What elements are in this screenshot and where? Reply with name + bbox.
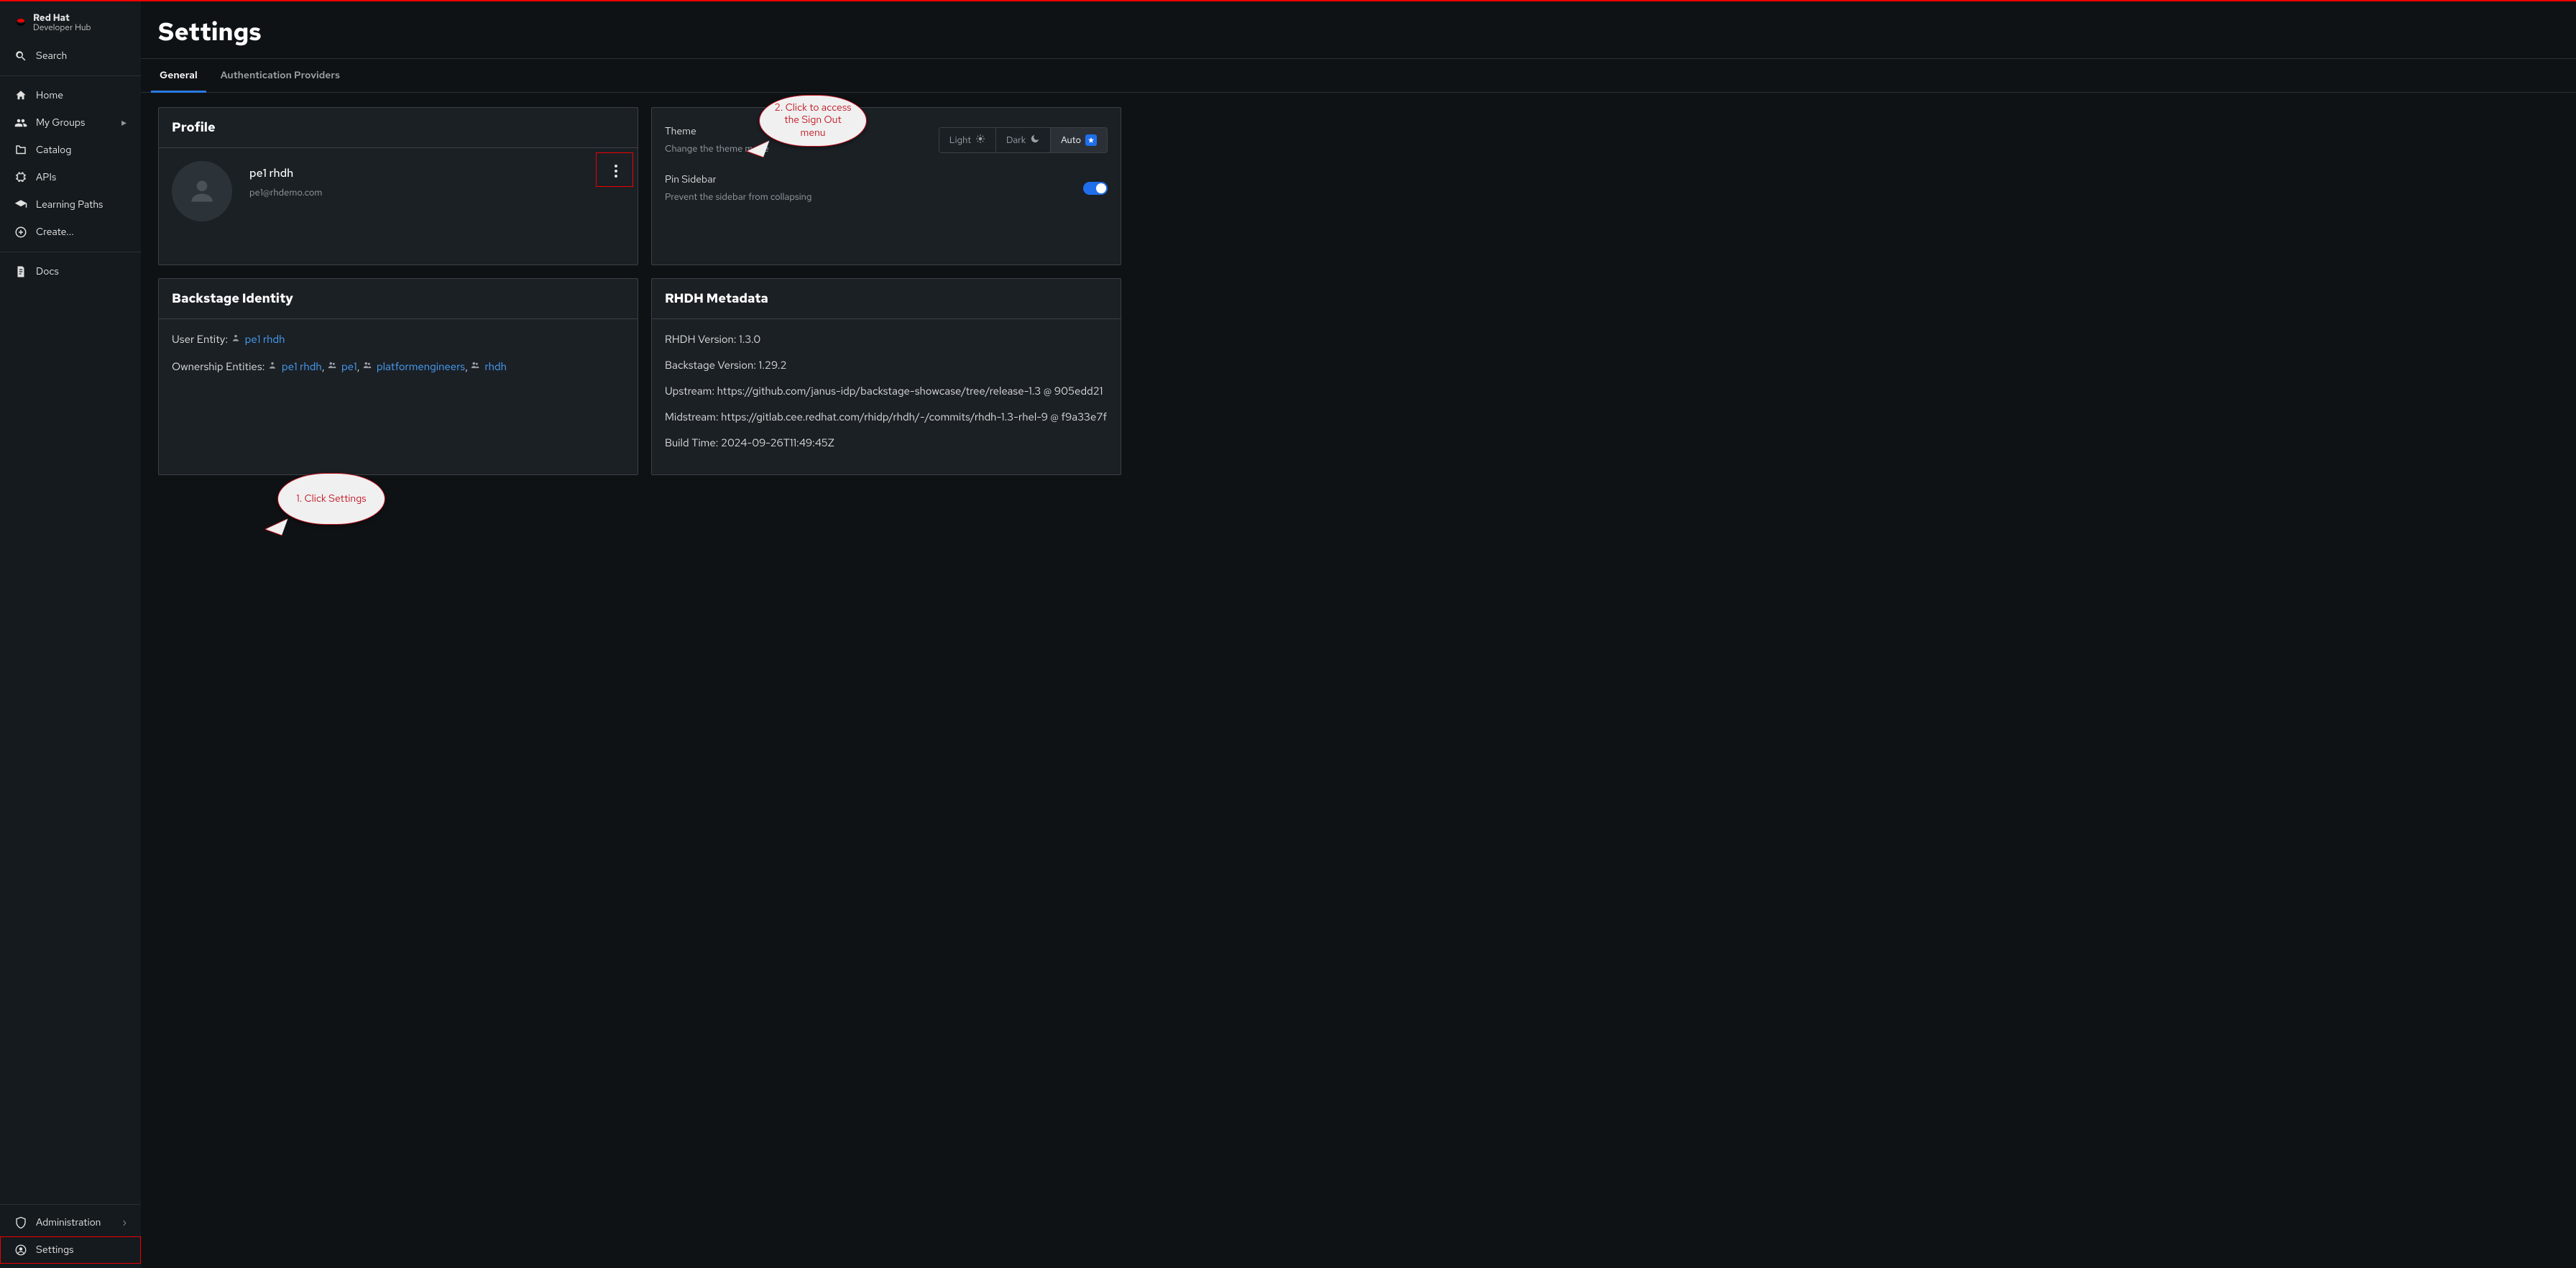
groups-icon bbox=[14, 116, 27, 129]
sidebar-item-learning[interactable]: Learning Paths bbox=[0, 191, 141, 219]
meta-val: 1.3.0 bbox=[739, 332, 760, 346]
identity-card-header: Backstage Identity bbox=[159, 279, 638, 319]
sidebar-item-home[interactable]: Home bbox=[0, 82, 141, 109]
theme-dark-button[interactable]: Dark bbox=[995, 128, 1050, 152]
theme-light-button[interactable]: Light bbox=[939, 128, 995, 152]
add-circle-icon bbox=[14, 226, 27, 239]
meta-key: RHDH Version: bbox=[665, 332, 739, 346]
sidebar-item-label: Catalog bbox=[36, 144, 71, 157]
sidebar-item-apis[interactable]: APIs bbox=[0, 164, 141, 191]
pin-sidebar-label: Pin Sidebar bbox=[665, 173, 811, 186]
learning-icon bbox=[14, 198, 27, 211]
user-icon bbox=[231, 332, 241, 346]
sidebar-item-label: Home bbox=[36, 89, 63, 102]
ownership-link[interactable]: pe1 rhdh bbox=[282, 359, 322, 374]
profile-card: Profile pe1 rhdh pe1@rhdemo.com bbox=[158, 107, 638, 265]
sidebar-divider bbox=[0, 75, 141, 76]
brand[interactable]: Red Hat Developer Hub bbox=[0, 0, 141, 42]
redhat-icon bbox=[14, 17, 27, 29]
sidebar-item-label: Docs bbox=[36, 265, 59, 278]
meta-val: https://gitlab.cee.redhat.com/rhidp/rhdh… bbox=[721, 410, 1107, 424]
docs-icon bbox=[14, 265, 27, 278]
sidebar-item-label: Administration bbox=[36, 1216, 101, 1229]
brand-sub: Developer Hub bbox=[33, 23, 91, 32]
meta-key: Build Time: bbox=[665, 436, 721, 450]
user-icon bbox=[267, 359, 277, 374]
user-entity-link[interactable]: pe1 rhdh bbox=[245, 332, 285, 346]
page-title: Settings bbox=[141, 0, 2576, 58]
sidebar-item-docs[interactable]: Docs bbox=[0, 258, 141, 285]
appearance-card: Theme Change the theme mode Light Dark bbox=[651, 107, 1121, 265]
annotation-callout-2: 2. Click to access the Sign Out menu bbox=[759, 95, 867, 147]
theme-dark-label: Dark bbox=[1006, 134, 1026, 146]
catalog-icon bbox=[14, 144, 27, 157]
search-icon bbox=[14, 50, 27, 63]
sidebar-item-label: Learning Paths bbox=[36, 198, 103, 211]
profile-card-header: Profile bbox=[159, 108, 638, 148]
annotation-callout-1: 1. Click Settings bbox=[277, 473, 385, 525]
group-icon bbox=[362, 359, 372, 374]
sidebar-item-catalog[interactable]: Catalog bbox=[0, 137, 141, 164]
api-icon bbox=[14, 171, 27, 184]
sidebar-item-administration[interactable]: Administration › bbox=[0, 1209, 141, 1236]
chevron-right-icon: › bbox=[122, 1216, 126, 1229]
sidebar-search[interactable]: Search bbox=[0, 42, 141, 70]
ownership-link[interactable]: platformengineers bbox=[377, 359, 465, 374]
ownership-label: Ownership Entities: bbox=[172, 359, 264, 374]
meta-key: Upstream: bbox=[665, 384, 717, 398]
sidebar-item-label: My Groups bbox=[36, 116, 85, 129]
pin-sidebar-toggle[interactable] bbox=[1083, 182, 1108, 195]
tab-auth-providers[interactable]: Authentication Providers bbox=[219, 59, 341, 92]
sidebar-item-settings[interactable]: Settings bbox=[0, 1236, 141, 1264]
meta-val: 1.29.2 bbox=[759, 358, 787, 372]
theme-segmented-control: Light Dark Auto bbox=[939, 127, 1108, 153]
backstage-identity-card: Backstage Identity User Entity: pe1 rhdh… bbox=[158, 278, 638, 475]
ownership-link[interactable]: pe1 bbox=[341, 359, 357, 374]
rhdh-metadata-card: RHDH Metadata RHDH Version: 1.3.0 Backst… bbox=[651, 278, 1121, 475]
meta-key: Backstage Version: bbox=[665, 358, 759, 372]
pin-sidebar-sublabel: Prevent the sidebar from collapsing bbox=[665, 190, 811, 203]
profile-email: pe1@rhdemo.com bbox=[249, 186, 322, 198]
metadata-card-header: RHDH Metadata bbox=[652, 279, 1121, 319]
group-icon bbox=[470, 359, 480, 374]
profile-name: pe1 rhdh bbox=[249, 165, 322, 180]
profile-actions-menu-button[interactable] bbox=[602, 157, 630, 185]
sidebar-search-label: Search bbox=[36, 50, 67, 63]
meta-val: 2024-09-26T11:49:45Z bbox=[721, 436, 834, 450]
meta-key: Midstream: bbox=[665, 410, 721, 424]
avatar bbox=[172, 161, 232, 221]
theme-auto-label: Auto bbox=[1061, 134, 1081, 146]
sidebar: Red Hat Developer Hub Search Home My Gro… bbox=[0, 0, 141, 1268]
sun-icon bbox=[975, 134, 985, 147]
theme-auto-button[interactable]: Auto bbox=[1050, 128, 1107, 152]
sidebar-item-label: APIs bbox=[36, 171, 56, 184]
sidebar-item-create[interactable]: Create... bbox=[0, 219, 141, 246]
user-entity-label: User Entity: bbox=[172, 332, 228, 346]
shield-icon bbox=[14, 1216, 27, 1229]
ownership-link[interactable]: rhdh bbox=[484, 359, 507, 374]
theme-light-label: Light bbox=[949, 134, 971, 146]
auto-badge-icon bbox=[1085, 134, 1097, 146]
sidebar-item-label: Settings bbox=[36, 1244, 74, 1256]
home-icon bbox=[14, 89, 27, 102]
main-content: Settings General Authentication Provider… bbox=[141, 0, 2576, 1268]
sidebar-item-mygroups[interactable]: My Groups ▸ bbox=[0, 109, 141, 137]
meta-val: https://github.com/janus-idp/backstage-s… bbox=[717, 384, 1103, 398]
chevron-right-icon: ▸ bbox=[121, 116, 126, 129]
group-icon bbox=[327, 359, 337, 374]
sidebar-item-label: Create... bbox=[36, 226, 74, 239]
tab-bar: General Authentication Providers bbox=[141, 58, 2576, 93]
kebab-icon bbox=[610, 165, 622, 178]
tab-general[interactable]: General bbox=[158, 59, 199, 92]
moon-icon bbox=[1030, 134, 1040, 147]
user-circle-icon bbox=[14, 1244, 27, 1256]
